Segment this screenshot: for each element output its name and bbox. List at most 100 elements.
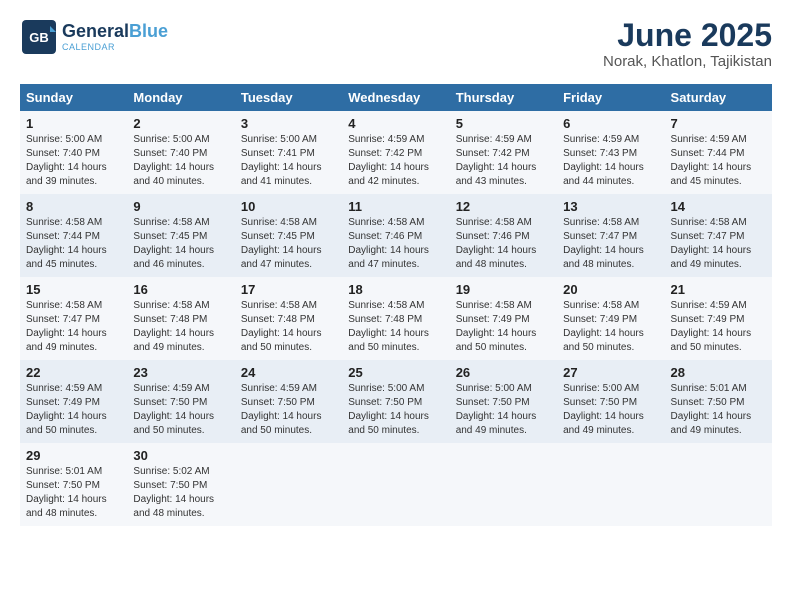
day-number: 12 <box>456 199 551 214</box>
day-info: Sunrise: 4:58 AM Sunset: 7:46 PM Dayligh… <box>348 216 443 272</box>
table-row: 12 Sunrise: 4:58 AM Sunset: 7:46 PM Dayli… <box>450 194 557 277</box>
day-number: 24 <box>241 365 336 380</box>
day-info: Sunrise: 4:58 AM Sunset: 7:45 PM Dayligh… <box>241 216 336 272</box>
day-info: Sunrise: 5:00 AM Sunset: 7:40 PM Dayligh… <box>26 133 121 189</box>
table-row <box>557 443 664 526</box>
logo-tagline: CALENDAR <box>62 42 168 52</box>
day-number: 6 <box>563 116 658 131</box>
day-number: 4 <box>348 116 443 131</box>
table-row: 13 Sunrise: 4:58 AM Sunset: 7:47 PM Dayli… <box>557 194 664 277</box>
table-row: 24 Sunrise: 4:59 AM Sunset: 7:50 PM Dayli… <box>235 360 342 443</box>
day-info: Sunrise: 4:58 AM Sunset: 7:49 PM Dayligh… <box>563 299 658 355</box>
page-header: GB GeneralBlue CALENDAR June 2025 Norak,… <box>20 18 772 70</box>
header-thursday: Thursday <box>450 84 557 111</box>
day-info: Sunrise: 4:58 AM Sunset: 7:48 PM Dayligh… <box>133 299 228 355</box>
table-row: 22 Sunrise: 4:59 AM Sunset: 7:49 PM Dayli… <box>20 360 127 443</box>
logo-icon: GB <box>20 18 58 56</box>
calendar-table: Sunday Monday Tuesday Wednesday Thursday… <box>20 84 772 526</box>
table-row: 17Sunrise: 4:58 AM Sunset: 7:48 PM Dayli… <box>235 277 342 360</box>
day-info: Sunrise: 5:00 AM Sunset: 7:41 PM Dayligh… <box>241 133 336 189</box>
table-row <box>235 443 342 526</box>
day-info: Sunrise: 5:00 AM Sunset: 7:50 PM Dayligh… <box>563 382 658 438</box>
day-info: Sunrise: 4:58 AM Sunset: 7:46 PM Dayligh… <box>456 216 551 272</box>
day-number: 25 <box>348 365 443 380</box>
svg-text:GB: GB <box>29 30 49 45</box>
calendar-week-row: 8 Sunrise: 4:58 AM Sunset: 7:44 PM Daylig… <box>20 194 772 277</box>
calendar-week-row: 22 Sunrise: 4:59 AM Sunset: 7:49 PM Dayli… <box>20 360 772 443</box>
table-row: 15 Sunrise: 4:58 AM Sunset: 7:47 PM Dayli… <box>20 277 127 360</box>
table-row: 20 Sunrise: 4:58 AM Sunset: 7:49 PM Dayli… <box>557 277 664 360</box>
calendar-week-row: 15 Sunrise: 4:58 AM Sunset: 7:47 PM Dayli… <box>20 277 772 360</box>
table-row: 16 Sunrise: 4:58 AM Sunset: 7:48 PM Dayli… <box>127 277 234 360</box>
table-row: 1 Sunrise: 5:00 AM Sunset: 7:40 PM Daylig… <box>20 111 127 194</box>
table-row: 2 Sunrise: 5:00 AM Sunset: 7:40 PM Daylig… <box>127 111 234 194</box>
table-row: 6 Sunrise: 4:59 AM Sunset: 7:43 PM Daylig… <box>557 111 664 194</box>
page-subtitle: Norak, Khatlon, Tajikistan <box>603 53 772 70</box>
day-info: Sunrise: 4:58 AM Sunset: 7:44 PM Dayligh… <box>26 216 121 272</box>
header-wednesday: Wednesday <box>342 84 449 111</box>
table-row: 19Sunrise: 4:58 AM Sunset: 7:49 PM Dayli… <box>450 277 557 360</box>
day-number: 23 <box>133 365 228 380</box>
day-info: Sunrise: 4:59 AM Sunset: 7:49 PM Dayligh… <box>671 299 766 355</box>
day-info: Sunrise: 4:58 AM Sunset: 7:45 PM Dayligh… <box>133 216 228 272</box>
table-row: 29 Sunrise: 5:01 AM Sunset: 7:50 PM Dayli… <box>20 443 127 526</box>
day-number: 26 <box>456 365 551 380</box>
table-row: 21Sunrise: 4:59 AM Sunset: 7:49 PM Dayli… <box>665 277 772 360</box>
day-info: Sunrise: 4:58 AM Sunset: 7:48 PM Dayligh… <box>241 299 336 355</box>
table-row: 9Sunrise: 4:58 AM Sunset: 7:45 PM Daylig… <box>127 194 234 277</box>
day-number: 8 <box>26 199 121 214</box>
day-info: Sunrise: 5:01 AM Sunset: 7:50 PM Dayligh… <box>671 382 766 438</box>
day-info: Sunrise: 4:58 AM Sunset: 7:47 PM Dayligh… <box>563 216 658 272</box>
day-number: 19 <box>456 282 551 297</box>
header-tuesday: Tuesday <box>235 84 342 111</box>
day-number: 27 <box>563 365 658 380</box>
table-row: 25 Sunrise: 5:00 AM Sunset: 7:50 PM Dayli… <box>342 360 449 443</box>
table-row: 5Sunrise: 4:59 AM Sunset: 7:42 PM Daylig… <box>450 111 557 194</box>
calendar-header-row: Sunday Monday Tuesday Wednesday Thursday… <box>20 84 772 111</box>
day-number: 2 <box>133 116 228 131</box>
table-row: 7Sunrise: 4:59 AM Sunset: 7:44 PM Daylig… <box>665 111 772 194</box>
table-row: 11Sunrise: 4:58 AM Sunset: 7:46 PM Dayli… <box>342 194 449 277</box>
day-number: 16 <box>133 282 228 297</box>
day-number: 14 <box>671 199 766 214</box>
title-block: June 2025 Norak, Khatlon, Tajikistan <box>603 18 772 70</box>
logo: GB GeneralBlue CALENDAR <box>20 18 168 56</box>
day-number: 18 <box>348 282 443 297</box>
day-info: Sunrise: 5:01 AM Sunset: 7:50 PM Dayligh… <box>26 465 121 521</box>
table-row: 4 Sunrise: 4:59 AM Sunset: 7:42 PM Daylig… <box>342 111 449 194</box>
day-info: Sunrise: 4:58 AM Sunset: 7:47 PM Dayligh… <box>671 216 766 272</box>
day-number: 13 <box>563 199 658 214</box>
day-number: 20 <box>563 282 658 297</box>
header-sunday: Sunday <box>20 84 127 111</box>
day-info: Sunrise: 5:00 AM Sunset: 7:50 PM Dayligh… <box>348 382 443 438</box>
day-info: Sunrise: 4:59 AM Sunset: 7:44 PM Dayligh… <box>671 133 766 189</box>
day-number: 5 <box>456 116 551 131</box>
table-row: 18 Sunrise: 4:58 AM Sunset: 7:48 PM Dayli… <box>342 277 449 360</box>
table-row: 27 Sunrise: 5:00 AM Sunset: 7:50 PM Dayli… <box>557 360 664 443</box>
day-info: Sunrise: 4:58 AM Sunset: 7:48 PM Dayligh… <box>348 299 443 355</box>
calendar-week-row: 1 Sunrise: 5:00 AM Sunset: 7:40 PM Daylig… <box>20 111 772 194</box>
day-info: Sunrise: 5:02 AM Sunset: 7:50 PM Dayligh… <box>133 465 228 521</box>
logo-text: GeneralBlue <box>62 22 168 42</box>
day-info: Sunrise: 4:59 AM Sunset: 7:43 PM Dayligh… <box>563 133 658 189</box>
day-info: Sunrise: 4:59 AM Sunset: 7:49 PM Dayligh… <box>26 382 121 438</box>
table-row: 28Sunrise: 5:01 AM Sunset: 7:50 PM Dayli… <box>665 360 772 443</box>
day-info: Sunrise: 4:59 AM Sunset: 7:42 PM Dayligh… <box>348 133 443 189</box>
day-number: 15 <box>26 282 121 297</box>
day-number: 22 <box>26 365 121 380</box>
day-info: Sunrise: 4:59 AM Sunset: 7:50 PM Dayligh… <box>133 382 228 438</box>
table-row <box>450 443 557 526</box>
day-number: 3 <box>241 116 336 131</box>
table-row: 23 Sunrise: 4:59 AM Sunset: 7:50 PM Dayli… <box>127 360 234 443</box>
day-info: Sunrise: 4:58 AM Sunset: 7:47 PM Dayligh… <box>26 299 121 355</box>
day-number: 29 <box>26 448 121 463</box>
day-number: 1 <box>26 116 121 131</box>
day-info: Sunrise: 5:00 AM Sunset: 7:40 PM Dayligh… <box>133 133 228 189</box>
day-info: Sunrise: 5:00 AM Sunset: 7:50 PM Dayligh… <box>456 382 551 438</box>
day-number: 30 <box>133 448 228 463</box>
table-row: 14 Sunrise: 4:58 AM Sunset: 7:47 PM Dayli… <box>665 194 772 277</box>
table-row: 3 Sunrise: 5:00 AM Sunset: 7:41 PM Daylig… <box>235 111 342 194</box>
day-number: 10 <box>241 199 336 214</box>
calendar-week-row: 29 Sunrise: 5:01 AM Sunset: 7:50 PM Dayli… <box>20 443 772 526</box>
day-info: Sunrise: 4:59 AM Sunset: 7:50 PM Dayligh… <box>241 382 336 438</box>
